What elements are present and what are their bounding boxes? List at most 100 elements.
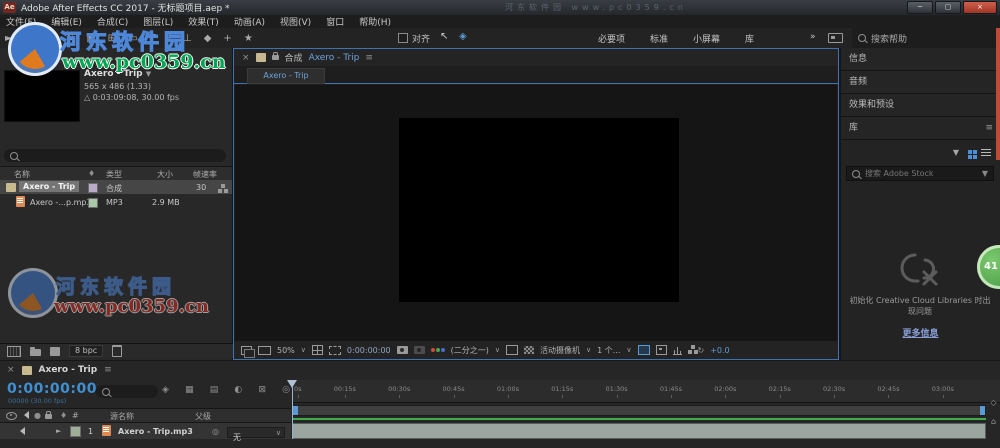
always-preview-icon[interactable] — [241, 346, 252, 355]
composition-viewer[interactable] — [235, 85, 837, 341]
timeline-search-field[interactable] — [96, 385, 158, 398]
show-snapshot-icon[interactable] — [414, 346, 425, 354]
timeline-switch-icon[interactable]: ▤ — [210, 385, 219, 395]
audio-on-icon[interactable] — [16, 427, 25, 435]
magnification-value[interactable]: 50% — [277, 346, 295, 355]
workspace-tab[interactable]: 小屏幕 — [693, 32, 720, 45]
layer-number-column[interactable]: # — [72, 411, 79, 420]
list-view-icon[interactable] — [981, 149, 991, 156]
label-swatch[interactable] — [88, 198, 98, 208]
camera-view-value[interactable]: 活动摄像机 — [540, 345, 580, 356]
primary-viewer-icon[interactable] — [258, 346, 271, 355]
chevron-down-icon[interactable]: ▼ — [982, 169, 988, 178]
more-info-link[interactable]: 更多信息 — [841, 326, 1000, 339]
tool-icon[interactable]: + — [223, 33, 231, 44]
trash-icon[interactable] — [112, 345, 122, 357]
region-icon[interactable] — [506, 345, 518, 355]
close-button[interactable]: × — [963, 1, 997, 14]
panel-menu-icon[interactable]: ≡ — [104, 365, 112, 375]
menu-item[interactable]: 窗口 — [326, 15, 344, 28]
workspace-tab[interactable]: 库 — [745, 32, 754, 45]
chevron-down-icon[interactable]: ∨ — [495, 346, 500, 354]
maximize-button[interactable]: ▢ — [935, 1, 961, 14]
reset-exposure-icon[interactable]: ↻ — [698, 346, 705, 355]
panel-menu-icon[interactable]: ≡ — [985, 117, 993, 139]
grid-guides-icon[interactable] — [312, 345, 323, 355]
bit-depth-button[interactable]: 8 bpc — [69, 345, 103, 357]
help-search-field[interactable]: 搜索帮助 — [852, 28, 1000, 48]
source-name-column[interactable]: 源名称 — [110, 411, 134, 422]
composition-tab[interactable]: × 合成 Axero - Trip ≡ — [234, 49, 838, 66]
pickwhip-icon[interactable]: ◎ — [212, 427, 219, 436]
project-item-name[interactable]: Axero - Trip — [19, 181, 79, 192]
column-fps[interactable]: 帧速率 — [193, 169, 217, 180]
panel-header-libraries[interactable]: 库 ≡ — [841, 117, 1000, 140]
layer-name[interactable]: Axero - Trip.mp3 — [118, 427, 193, 436]
exposure-histogram-icon[interactable] — [673, 346, 682, 355]
panel-menu-icon[interactable]: ≡ — [365, 53, 373, 63]
playhead[interactable] — [287, 380, 298, 439]
tool-icon[interactable]: ◆ — [204, 33, 212, 44]
shield-icon[interactable]: ◇ — [990, 398, 996, 407]
label-swatch[interactable] — [88, 183, 98, 193]
eye-icon[interactable] — [6, 412, 17, 420]
resolution-value[interactable]: (二分之一) — [451, 345, 489, 356]
workspace-tab[interactable]: 标准 — [650, 32, 668, 45]
view-layout-value[interactable]: 1 个... — [597, 345, 620, 356]
menu-item[interactable]: 帮助(H) — [359, 15, 391, 28]
composition-canvas[interactable] — [399, 118, 679, 302]
timeline-switch-icon[interactable]: ⊠ — [258, 385, 266, 395]
chevron-down-icon[interactable]: ▼ — [953, 148, 959, 157]
close-tab-icon[interactable]: × — [7, 365, 15, 375]
workspace-more-chevrons[interactable]: » — [810, 32, 816, 42]
preview-timecode[interactable]: 0:00:00:00 — [347, 346, 391, 355]
layer-color-swatch[interactable] — [70, 426, 81, 437]
layer-row[interactable]: ► 1 Axero - Trip.mp3 ◎ 无 ∨ — [0, 423, 291, 439]
mask-visibility-icon[interactable] — [638, 345, 650, 355]
transparency-grid-icon[interactable] — [524, 346, 534, 354]
viewer-tab[interactable]: Axero - Trip — [247, 68, 325, 84]
channel-icon[interactable] — [431, 348, 445, 353]
timeline-switch-icon[interactable]: ◈ — [162, 385, 169, 395]
lock-icon[interactable] — [45, 414, 52, 419]
pixel-aspect-icon[interactable] — [656, 345, 667, 355]
project-search-field[interactable] — [4, 149, 226, 162]
hand-icon[interactable]: ⌂ — [991, 417, 996, 426]
snap-icon[interactable]: ◈ — [459, 31, 467, 42]
tag-icon[interactable]: ♦ — [60, 411, 67, 420]
column-size[interactable]: 大小 — [157, 169, 173, 180]
chevron-down-icon[interactable]: ∨ — [626, 346, 631, 354]
tool-icon[interactable]: ★ — [244, 33, 253, 44]
new-folder-icon[interactable] — [30, 349, 41, 356]
menu-item[interactable]: 视图(V) — [280, 15, 311, 28]
timeline-switch-icon[interactable]: ◐ — [234, 385, 242, 395]
new-composition-icon[interactable] — [50, 347, 60, 356]
column-type[interactable]: 类型 — [106, 169, 122, 180]
tag-icon[interactable]: ♦ — [88, 169, 95, 178]
share-icon[interactable]: ↖ — [440, 31, 448, 42]
parent-column[interactable]: 父级 — [195, 411, 211, 422]
work-area-end-handle[interactable] — [980, 406, 985, 415]
exposure-value[interactable]: +0.0 — [710, 346, 729, 355]
panel-header-info[interactable]: 信息 — [841, 48, 1000, 71]
region-of-interest-icon[interactable] — [329, 346, 341, 355]
panel-header-audio[interactable]: 音频 — [841, 71, 1000, 94]
chevron-down-icon[interactable]: ∨ — [586, 346, 591, 354]
time-ruler[interactable]: 0s00:15s00:30s00:45s01:00s01:15s01:30s01… — [292, 380, 1000, 403]
snapshot-icon[interactable] — [397, 346, 408, 354]
close-tab-icon[interactable]: × — [242, 53, 250, 63]
timeline-switch-icon[interactable]: ▦ — [185, 385, 194, 395]
grid-view-icon[interactable] — [968, 150, 972, 154]
minimize-button[interactable]: ─ — [907, 1, 933, 14]
project-item-name[interactable]: Axero -...p.mp3 — [30, 198, 92, 207]
flowchart-icon[interactable] — [688, 350, 692, 354]
project-row-audio[interactable]: Axero -...p.mp3 MP3 2.9 MB — [0, 195, 232, 209]
chevron-down-icon[interactable]: ∨ — [301, 346, 306, 354]
stock-search-field[interactable]: 搜索 Adobe Stock ▼ — [846, 166, 994, 181]
work-area-bar[interactable] — [292, 405, 986, 416]
expand-arrow-icon[interactable]: ► — [56, 427, 61, 435]
solo-icon[interactable]: ● — [34, 411, 41, 420]
align-checkbox[interactable] — [398, 33, 408, 43]
flowchart-icon[interactable] — [218, 189, 222, 193]
interpret-footage-icon[interactable] — [7, 346, 21, 357]
